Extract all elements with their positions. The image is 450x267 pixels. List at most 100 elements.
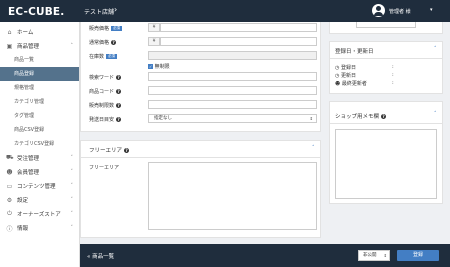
required-badge: 必須 [106,54,118,59]
sidebar-item-contents[interactable]: ▭ コンテンツ管理 ˅ [0,179,79,193]
stock-label: 在庫数 必須 [89,54,118,60]
chevron-down-icon: ˅ [70,169,74,175]
free-area-label: フリーエリア [89,165,120,171]
collapse-icon[interactable]: ˄ [312,145,315,151]
select-arrows-icon: ⇕ [309,116,313,121]
sidebar-item-owners-store[interactable]: ⏻ オーナーズストア ˅ [0,207,79,221]
shop-name-link[interactable]: テスト店舗 [84,7,114,16]
sidebar-item-label: 設定 [17,198,29,204]
top-button-remnant[interactable] [356,22,416,28]
help-icon[interactable]: ? [116,75,122,80]
sale-limit-input[interactable] [148,100,317,109]
chevron-down-icon: ˅ [70,155,74,161]
sidebar-subitem-class[interactable]: 規格管理 [0,81,79,95]
chevron-down-icon[interactable]: ▾ [430,7,433,13]
clock-icon: ◷ [335,65,340,71]
search-word-input[interactable] [148,72,317,81]
double-chevron-left-icon: « [87,254,91,260]
memo-title: ショップ用メモ欄? [335,114,387,120]
sidebar-item-label: 受注管理 [17,156,40,162]
sidebar-subitem-product-list[interactable]: 商品一覧 [0,53,79,67]
help-icon[interactable]: ? [116,103,122,108]
right-top-card [329,22,443,34]
dates-title: 登録日・更新日 [335,49,374,55]
sidebar-item-label: 情報 [17,226,29,232]
chevron-down-icon: ˅ [70,197,74,203]
sidebar-subitem-category[interactable]: カテゴリ管理 [0,95,79,109]
user-icon[interactable] [372,4,385,17]
footer-bar: « 商品一覧 非公開 ⇕ 登録 [80,244,450,267]
save-button[interactable]: 登録 [397,250,439,261]
free-area-title: フリーエリア? [89,148,130,154]
sidebar-item-products[interactable]: ▣ 商品管理 ˄ [0,39,79,53]
collapse-icon[interactable]: ˄ [434,46,437,52]
colon: : [392,72,394,78]
normal-price-input[interactable] [160,37,317,46]
status-select[interactable]: 非公開 ⇕ [358,250,390,261]
required-badge: 必須 [111,26,123,31]
chevron-right-icon[interactable]: › [114,5,117,14]
check-icon: ✓ [148,64,153,69]
product-code-label: 商品コード? [89,89,122,95]
sale-price-input[interactable] [160,23,317,32]
desktop-icon: ▭ [6,182,13,190]
help-icon[interactable]: ? [116,89,122,94]
sidebar-item-orders[interactable]: ⛟ 受注管理 ˅ [0,151,79,165]
select-arrows-icon: ⇕ [383,253,387,258]
divider [330,58,442,59]
colon: : [392,80,394,86]
chevron-up-icon: ˄ [70,43,74,49]
product-code-input[interactable] [148,86,317,95]
divider [330,123,442,124]
updated-date: ◷ 更新日 [335,73,356,79]
sidebar-subitem-tag[interactable]: タグ管理 [0,109,79,123]
divider [81,157,320,158]
eccube-logo[interactable]: EC-CUBE. [8,6,64,18]
collapse-icon[interactable]: ˄ [434,111,437,117]
sidebar-item-label: オーナーズストア [17,212,61,218]
plug-icon: ⏻ [7,210,12,217]
sidebar-item-home[interactable]: ⌂ ホーム [0,25,79,39]
memo-card: ショップ用メモ欄? ˄ [329,101,443,204]
sidebar-item-label: コンテンツ管理 [17,184,56,190]
user-name[interactable]: 管理者 様 [389,8,411,15]
sidebar-item-label: 商品管理 [17,44,40,50]
registered-date: ◷ 登録日 [335,65,356,71]
sidebar-item-label: ホーム [17,30,34,36]
last-editor: ☻ 最終更新者 [335,81,367,87]
product-detail-card: 販売価格 必須 ¥ 通常価格? ¥ 在庫数 必須 ✓ 無制限 検索ワード? 商品コー… [80,22,321,132]
sidebar-item-info[interactable]: ⓘ 情報 ˅ [0,221,79,235]
free-area-textarea[interactable] [148,162,317,230]
help-icon[interactable]: ? [116,117,122,122]
sidebar-subitem-product-csv[interactable]: 商品CSV登録 [0,123,79,137]
help-icon[interactable]: ? [381,114,387,119]
user-icon: ☻ [335,81,341,87]
back-to-list-link[interactable]: « 商品一覧 [87,252,114,260]
memo-textarea[interactable] [335,129,437,199]
dates-card: 登録日・更新日 ˄ ◷ 登録日 : ◷ 更新日 : ☻ 最終更新者 : [329,41,443,94]
chevron-down-icon: ˅ [70,183,74,189]
cube-icon: ▣ [6,42,13,50]
unlimited-checkbox[interactable]: ✓ 無制限 [148,63,170,70]
chevron-down-icon: ˅ [70,211,74,217]
info-icon: ⓘ [6,225,13,233]
sidebar-item-label: 会員管理 [17,170,40,176]
search-word-label: 検索ワード? [89,75,122,81]
yen-prefix: ¥ [148,37,160,46]
normal-price-label: 通常価格? [89,40,117,46]
ship-date-label: 発送日目安? [89,117,122,123]
help-icon[interactable]: ? [111,40,117,45]
chevron-down-icon: ˅ [70,225,74,231]
ship-date-select[interactable]: 指定なし ⇕ [148,114,317,123]
sidebar-subitem-product-register[interactable]: 商品登録 [0,67,79,81]
clock-icon: ◷ [335,73,340,79]
free-area-card: フリーエリア? ˄ フリーエリア [80,140,321,238]
colon: : [392,64,394,70]
cart-icon: ⛟ [6,154,14,161]
sidebar-subitem-category-csv[interactable]: カテゴリCSV登録 [0,137,79,151]
stock-input[interactable] [148,51,317,60]
sidebar-item-settings[interactable]: ⚙ 設定 ˅ [0,193,79,207]
sidebar-item-customers[interactable]: ☻ 会員管理 ˅ [0,165,79,179]
sale-price-label: 販売価格 必須 [89,26,123,32]
help-icon[interactable]: ? [124,148,130,153]
